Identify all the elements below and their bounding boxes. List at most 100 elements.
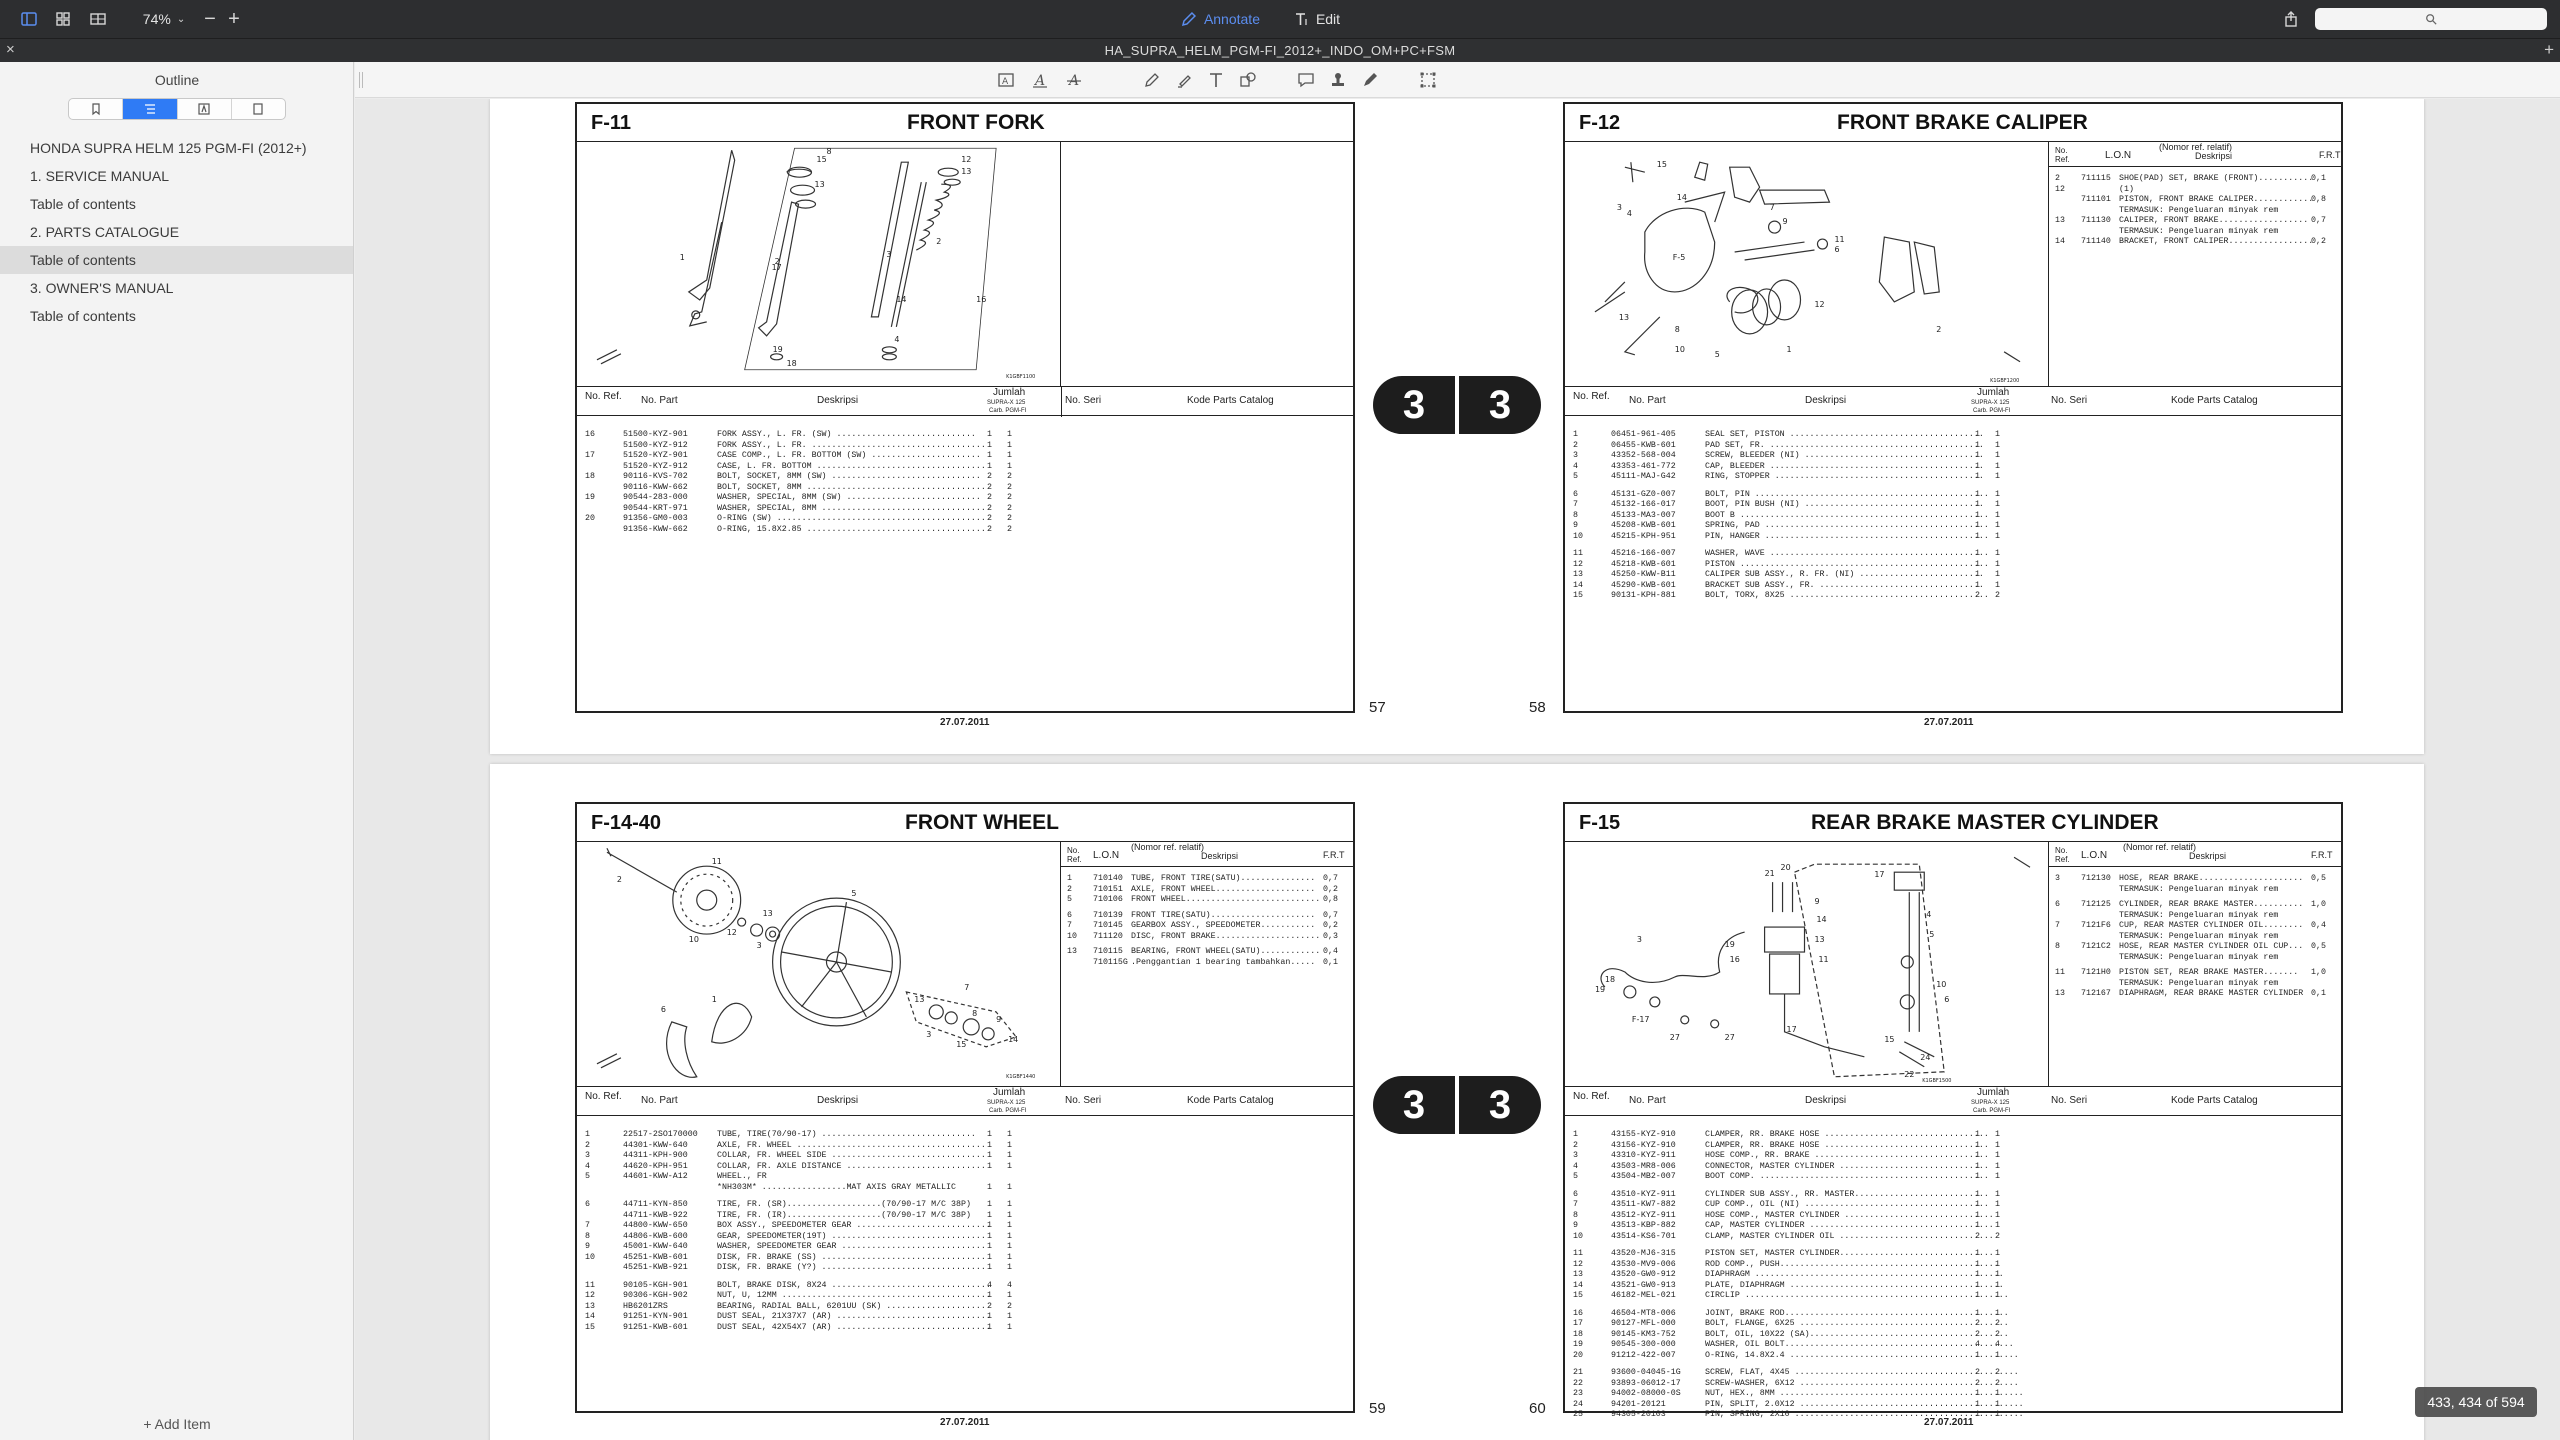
- search-input[interactable]: [2315, 8, 2547, 30]
- table-row: 5 44601-KWW-A12 WHEEL., FR: [577, 1172, 1353, 1183]
- sheet-title: FRONT BRAKE CALIPER: [1837, 111, 2088, 134]
- col-jumlah: Jumlah: [993, 387, 1026, 398]
- add-item-button[interactable]: + Add Item: [0, 1412, 354, 1436]
- new-tab-button[interactable]: +: [2544, 40, 2554, 60]
- col-no-ref: No. Ref.: [1067, 846, 1082, 864]
- ref-cell: 15: [1573, 591, 1583, 600]
- table-row: 22 93893-06012-17 SCREW-WASHER, 6X12 .....…: [1565, 1379, 2341, 1390]
- qty-pgmfi-cell: 1: [1995, 531, 2000, 541]
- outline-item[interactable]: HONDA SUPRA HELM 125 PGM-FI (2012+): [0, 134, 353, 162]
- part-number-cell: 93600-04045-1G: [1611, 1368, 1681, 1377]
- part-number-cell: 44620-KPH-951: [623, 1161, 688, 1171]
- part-number-cell: 51500-KYZ-901: [623, 430, 688, 439]
- qty-carb-cell: 1: [1975, 1410, 1980, 1419]
- bookmark-tab[interactable]: [69, 99, 124, 119]
- share-icon[interactable]: [2280, 6, 2302, 32]
- table-row: *NH303M* .................MAT AXIS GRAY …: [577, 1183, 1353, 1194]
- svg-text:6: 6: [661, 1005, 666, 1014]
- svg-text:13: 13: [914, 995, 924, 1004]
- frt-cell: 0,3: [1323, 931, 1338, 941]
- thumbnails-tab[interactable]: [232, 99, 285, 119]
- outline-item[interactable]: 3. OWNER'S MANUAL: [0, 274, 353, 302]
- table-row: 7 44800-KWW-650 BOX ASSY., SPEEDOMETER GEA…: [577, 1221, 1353, 1232]
- outline-tab[interactable]: [123, 99, 178, 119]
- svg-text:20: 20: [1781, 863, 1791, 872]
- svg-text:K1GBF1100: K1GBF1100: [1006, 374, 1035, 380]
- ref-cell: 22: [1573, 1378, 1583, 1388]
- qty-pgmfi-cell: 1: [1007, 440, 1012, 450]
- outline-item[interactable]: 2. PARTS CATALOGUE: [0, 218, 353, 246]
- text-box-icon[interactable]: A: [995, 69, 1017, 91]
- labor-rate-row: TERMASUK: Pengeluaran minyak rem: [2049, 206, 2343, 217]
- shapes-icon[interactable]: [1237, 69, 1259, 91]
- text-edit-icon: [1295, 13, 1307, 25]
- selection-icon[interactable]: [1417, 69, 1439, 91]
- qty-carb-cell: 1: [1975, 1270, 1980, 1279]
- ref-cell: 14: [585, 1312, 595, 1321]
- edit-label: Edit: [1315, 11, 1341, 27]
- ref-cell: 6: [1573, 489, 1578, 499]
- grid-view-icon[interactable]: [52, 6, 74, 32]
- description-cell: SEAL SET, PISTON .......................…: [1705, 430, 1984, 439]
- table-row: 24 94201-20121 PIN, SPLIT, 2.0X12 ........…: [1565, 1400, 2341, 1411]
- resize-handle[interactable]: [359, 72, 363, 88]
- col-kode: Kode Parts Catalog: [2171, 1095, 2258, 1106]
- qty-carb-cell: 1: [1975, 1151, 1980, 1160]
- qty-pgmfi-cell: 2: [1995, 1378, 2000, 1388]
- sidebar-toggle-icon[interactable]: [18, 6, 40, 32]
- part-number-cell: 90116-KWW-662: [623, 482, 688, 492]
- annotations-tab[interactable]: [178, 99, 232, 119]
- outline-item[interactable]: 1. SERVICE MANUAL: [0, 162, 353, 190]
- description-cell: PAD SET, FR. ...........................…: [1705, 440, 1984, 450]
- zoom-out-button[interactable]: −: [200, 6, 220, 32]
- strikethrough-icon[interactable]: A: [1063, 69, 1085, 91]
- outline-item[interactable]: Table of contents: [0, 190, 353, 218]
- table-row: 90544-KRT-971 WASHER, SPECIAL, 8MM ......…: [577, 504, 1353, 515]
- pencil-icon[interactable]: [1141, 69, 1163, 91]
- ref-cell: 7: [1573, 500, 1578, 509]
- highlighter-icon[interactable]: [1173, 69, 1195, 91]
- svg-text:18: 18: [787, 359, 797, 368]
- text-color-icon[interactable]: A: [1029, 69, 1051, 91]
- svg-text:13: 13: [815, 180, 825, 189]
- outline-item[interactable]: Table of contents: [0, 302, 353, 330]
- ref-cell: 14: [1573, 580, 1583, 590]
- note-icon[interactable]: [1295, 69, 1317, 91]
- outline-item-selected[interactable]: Table of contents: [0, 246, 353, 274]
- edit-button[interactable]: Edit: [1290, 6, 1342, 32]
- annotate-button[interactable]: Annotate: [1180, 6, 1260, 32]
- qty-carb-cell: 2: [1975, 1231, 1980, 1241]
- qty-pgmfi-cell: 1: [1995, 1249, 2000, 1258]
- zoom-level: 74%: [142, 11, 171, 27]
- zoom-dropdown[interactable]: 74% ⌄: [140, 6, 188, 32]
- qty-pgmfi-cell: 1: [1007, 430, 1012, 439]
- svg-text:19: 19: [1725, 940, 1735, 949]
- two-page-view-icon[interactable]: [86, 6, 110, 32]
- table-row: 45251-KWB-921 DISK, FR. BRAKE (Y?) ......…: [577, 1263, 1353, 1274]
- part-number-cell: 45251-KWB-601: [623, 1252, 688, 1262]
- col-lon: L.O.N: [1093, 850, 1120, 861]
- svg-text:16: 16: [1730, 955, 1740, 964]
- zoom-in-button[interactable]: +: [224, 6, 244, 32]
- qty-carb-cell: 1: [1975, 1350, 1980, 1360]
- col-deskripsi: Deskripsi: [817, 1095, 859, 1106]
- col-kode: Kode Parts Catalog: [2171, 395, 2258, 406]
- exploded-diagram: 1 17 2 15 13 8 3 12 13 16 2 14 4 18 19 K1GBF1100: [577, 142, 1061, 386]
- document-view[interactable]: F-11 FRONT FORK 1 17 2 15 13 8 3 12 13 1…: [355, 99, 2560, 1440]
- labor-rate-row: TERMASUK: Pengeluaran minyak rem: [2049, 979, 2343, 990]
- svg-text:3: 3: [1637, 935, 1642, 944]
- text-icon[interactable]: [1205, 69, 1227, 91]
- col-jumlah: Jumlah: [1977, 387, 2010, 398]
- part-number-cell: 91251-KYN-901: [623, 1312, 688, 1321]
- ref-cell: 4: [585, 1161, 590, 1171]
- qty-carb-cell: 1: [1975, 451, 1980, 460]
- description-cell: SPRING, PAD ............................…: [1705, 521, 1989, 530]
- svg-text:19: 19: [1595, 985, 1605, 994]
- description-cell: FORK ASSY., L. FR. .....................…: [717, 440, 986, 450]
- page-number: 59: [1369, 1400, 1386, 1417]
- signature-icon[interactable]: [1359, 69, 1381, 91]
- qty-pgmfi-cell: 1: [1995, 489, 2000, 499]
- stamp-icon[interactable]: [1327, 69, 1349, 91]
- page-spread: F-11 FRONT FORK 1 17 2 15 13 8 3 12 13 1…: [490, 99, 2424, 754]
- sheet-code: F-11: [591, 112, 632, 134]
